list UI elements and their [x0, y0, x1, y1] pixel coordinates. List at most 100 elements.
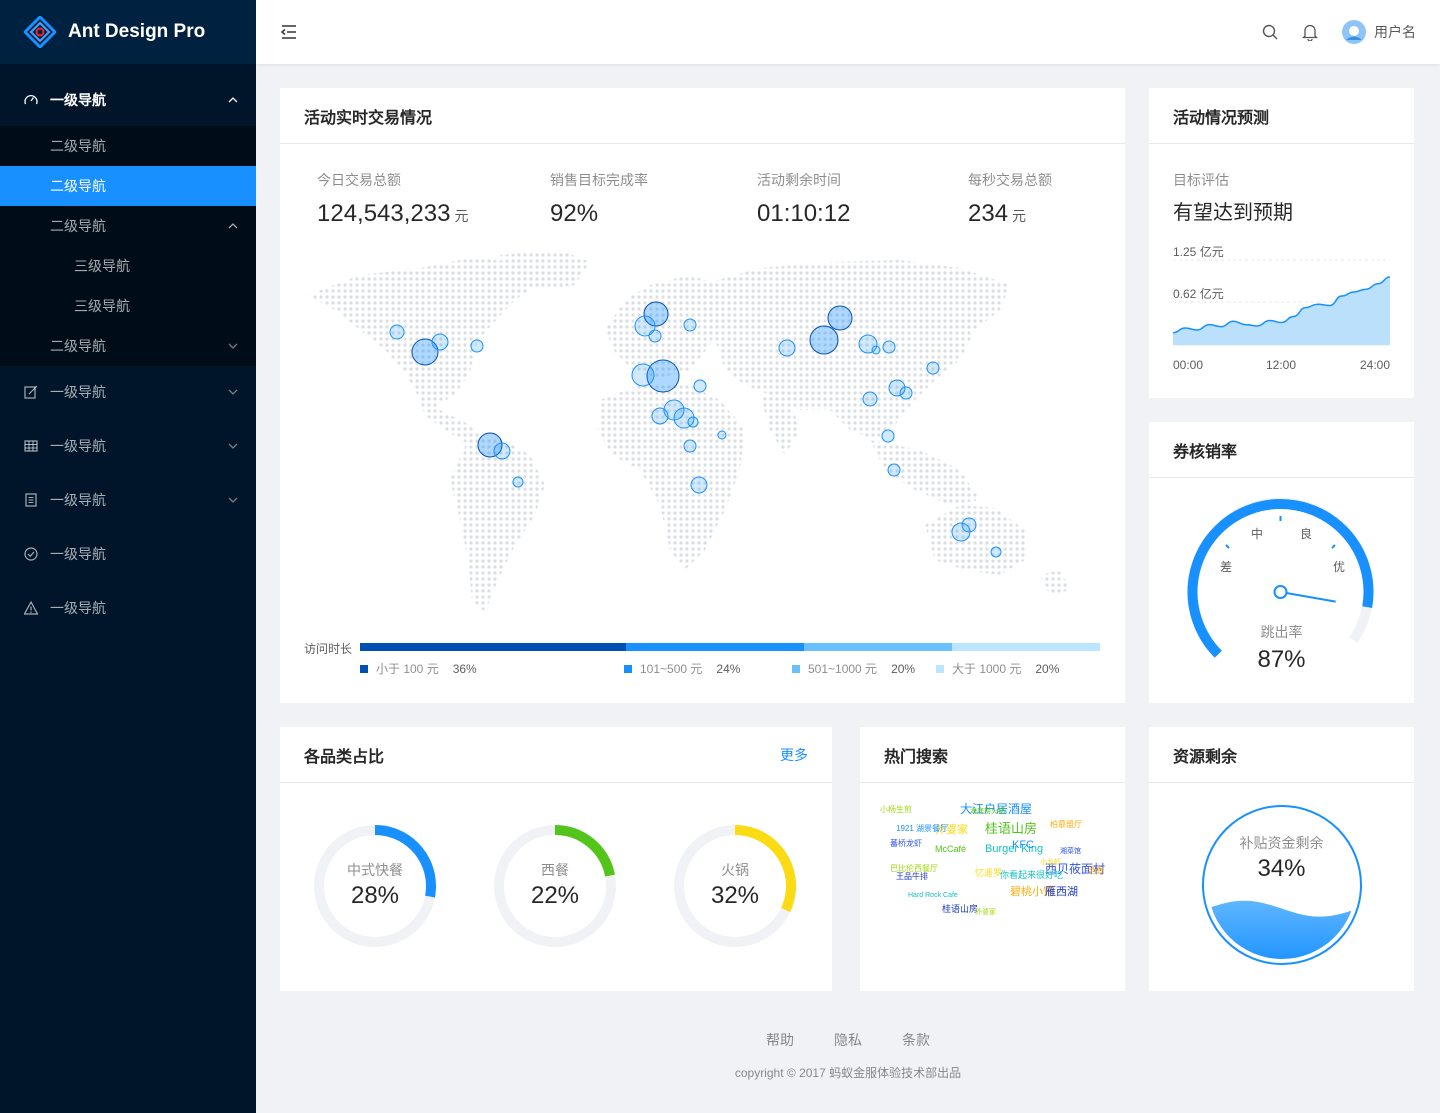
legend-pct: 20%	[1035, 661, 1060, 676]
liquid-fill-chart	[1202, 805, 1362, 965]
hot-search-card: 热门搜索 大江户居酒屋 桂语山房 外婆家 Burger King 西贝莜面村 碧桃小馆 雁西…	[860, 727, 1125, 991]
map-bubble	[778, 339, 796, 357]
map-bubble	[631, 363, 655, 387]
hot-word[interactable]: 雁西湖	[1045, 885, 1078, 898]
legend-swatch	[360, 664, 368, 673]
legend-label: 小于 100 元	[376, 662, 439, 676]
hot-word[interactable]: 忆遥罗	[975, 867, 1002, 878]
card-title: 各品类占比	[304, 748, 385, 766]
duration-bar-segment	[803, 643, 952, 651]
hot-word[interactable]: Hard Rock Cafe	[908, 892, 958, 899]
footer-link-privacy[interactable]: 隐私	[834, 1030, 862, 1050]
donut-value: 22%	[530, 882, 580, 909]
duration-bar-segment	[360, 643, 627, 651]
legend-swatch	[624, 664, 632, 673]
forecast-card: 活动情况预测 目标评估 有望达到预期 1.25 亿元 0.62 亿元 00:00…	[1149, 88, 1414, 398]
map-bubble	[809, 325, 839, 355]
hot-word[interactable]: 1921 湖景餐厅	[896, 824, 948, 833]
map-bubble	[693, 379, 707, 393]
forecast-value: 有望达到预期	[1173, 202, 1293, 224]
forecast-area-chart: 1.25 亿元 0.62 亿元 00:00 12:00 24:00	[1172, 244, 1390, 372]
duration-label: 访问时长	[304, 642, 353, 656]
map-bubble	[871, 345, 881, 355]
hot-word[interactable]: 桂语山房	[942, 903, 978, 914]
x-tick-label: 12:00	[1266, 358, 1296, 372]
map-bubble	[882, 340, 896, 354]
legend-pct: 36%	[452, 661, 477, 676]
hot-word[interactable]: 小杨生煎	[880, 804, 912, 814]
map-bubble	[683, 439, 697, 453]
resource-label: 补贴资金剩余	[1239, 835, 1324, 851]
map-bubble	[687, 416, 699, 428]
map-bubble	[493, 442, 511, 460]
category-donut: 中式快餐 28%	[311, 822, 439, 950]
footer-link-help[interactable]: 帮助	[766, 1030, 794, 1050]
legend-swatch	[792, 664, 800, 673]
map-bubble	[881, 429, 895, 443]
gauge-value: 87%	[1257, 646, 1306, 673]
donut-value: 28%	[350, 882, 400, 909]
map-bubble	[470, 339, 484, 353]
map-bubble	[512, 476, 524, 488]
legend-item: 大于 1000 元 20%	[936, 660, 1059, 677]
y-tick-label: 0.62 亿元	[1173, 286, 1224, 301]
donut-value: 32%	[710, 882, 760, 909]
map-bubble	[431, 333, 449, 351]
map-bubble	[717, 430, 727, 440]
card-title: 活动情况预测	[1173, 109, 1270, 127]
map-bubble	[899, 386, 913, 400]
map-bubble	[648, 329, 662, 343]
hot-word[interactable]: 海底捞火锅	[970, 806, 1005, 815]
donut-label: 西餐	[541, 862, 569, 878]
hot-word[interactable]: KFC	[1012, 839, 1034, 851]
hot-word[interactable]: 巴比伦西餐厅	[890, 863, 938, 873]
legend-label: 101~500 元	[640, 662, 703, 676]
duration-bar-segment	[626, 643, 804, 651]
card-title: 券核销率	[1173, 443, 1238, 461]
map-bubble	[961, 517, 977, 533]
map-bubble	[887, 463, 901, 477]
hot-word[interactable]: 小龙虾	[1040, 857, 1061, 866]
map-bubble	[389, 324, 405, 340]
liquid-wave	[1208, 900, 1356, 959]
hot-word[interactable]: 酒香	[1088, 865, 1104, 875]
map-bubble	[683, 318, 697, 332]
copyright: copyright © 2017 蚂蚁金服体验技术部出品	[734, 1066, 962, 1080]
footer-link-terms[interactable]: 条款	[902, 1030, 930, 1050]
more-link[interactable]: 更多	[780, 745, 808, 765]
hot-word[interactable]: McCafé	[935, 844, 966, 854]
hot-word[interactable]: 你看起来很好吃	[1000, 869, 1063, 880]
x-tick-label: 00:00	[1173, 358, 1203, 372]
hot-word[interactable]: 柏慕盟厅	[1050, 819, 1082, 829]
gauge-tick: 优	[1333, 560, 1345, 574]
hot-word[interactable]: 桂语山房	[985, 821, 1037, 836]
donut-label: 火锅	[721, 862, 749, 878]
gauge-pivot	[1273, 585, 1288, 599]
resource-card: 资源剩余 补贴资金剩余 34%	[1149, 727, 1414, 991]
y-tick-label: 1.25 亿元	[1173, 244, 1224, 259]
resource-value: 34%	[1257, 855, 1306, 882]
word-cloud: 大江户居酒屋桂语山房外婆家Burger King西贝莜面村碧桃小馆雁西湖小杨生煎…	[880, 801, 1105, 916]
legend-item: 101~500 元 24%	[624, 660, 740, 677]
map-bubble	[926, 361, 940, 375]
legend-swatch	[936, 664, 944, 673]
card-title: 资源剩余	[1173, 748, 1238, 766]
legend-item: 501~1000 元 20%	[792, 660, 915, 677]
hot-word[interactable]: 外婆家	[975, 907, 996, 916]
map-bubble	[690, 476, 708, 494]
hot-word[interactable]: 湘菜馆	[1060, 846, 1081, 855]
category-donut: 火锅 32%	[671, 822, 799, 950]
legend-label: 大于 1000 元	[952, 662, 1022, 676]
gauge-label: 跳出率	[1260, 624, 1303, 640]
legend-pct: 24%	[716, 661, 741, 676]
hot-word[interactable]: 蕃桥龙虾	[890, 838, 922, 848]
legend-pct: 20%	[891, 661, 916, 676]
map-bubble	[651, 407, 669, 425]
duration-bar-segment	[951, 643, 1100, 651]
gauge-card: 券核销率 差 中 良 优 跳出率 87%	[1149, 422, 1414, 703]
category-donut: 西餐 22%	[491, 822, 619, 950]
forecast-label: 目标评估	[1173, 172, 1229, 188]
footer: 帮助 隐私 条款 copyright © 2017 蚂蚁金服体验技术部出品	[256, 1030, 1440, 1081]
x-tick-label: 24:00	[1360, 358, 1390, 372]
duration-bar	[360, 643, 1100, 651]
